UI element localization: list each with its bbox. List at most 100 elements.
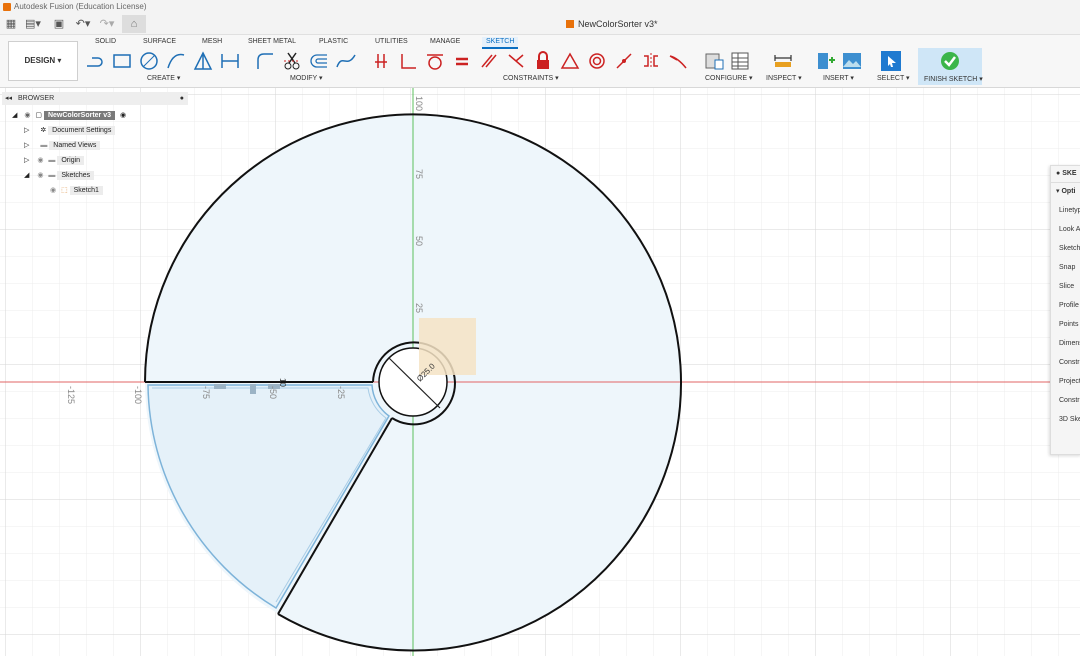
perpendicular-constraint-icon[interactable] [397, 50, 419, 72]
palette-row[interactable]: Constr [1059, 395, 1080, 407]
midpoint-constraint-icon[interactable] [505, 50, 527, 72]
rectangle-tool-icon[interactable] [111, 50, 133, 72]
line-tool-icon[interactable] [84, 50, 106, 72]
select-cursor-icon[interactable] [880, 50, 902, 72]
redo-icon[interactable]: ↷▾ [96, 16, 118, 32]
concentric-constraint-icon[interactable] [586, 50, 608, 72]
visibility-eye-icon[interactable]: ◉ [37, 172, 43, 179]
expand-arrow-icon[interactable]: ▷ [24, 127, 29, 134]
coincident-constraint-icon[interactable] [370, 50, 392, 72]
tab-solid[interactable]: SOLID [95, 37, 116, 47]
equal-constraint-icon[interactable] [451, 50, 473, 72]
measure-ruler-icon[interactable] [772, 50, 794, 72]
palette-row[interactable]: Linetyp [1059, 205, 1080, 217]
expand-arrow-icon[interactable]: ▷ [24, 157, 29, 164]
app-grid-icon[interactable]: ▦ [4, 16, 18, 32]
dimension-span-tool-icon[interactable] [219, 50, 241, 72]
visibility-eye-icon[interactable]: ◉ [50, 187, 56, 194]
expand-arrow-icon[interactable]: ◢ [24, 172, 29, 179]
create-menu[interactable]: CREATE ▾ [147, 74, 180, 82]
finish-sketch-button[interactable]: FINISH SKETCH ▾ [918, 48, 983, 85]
visibility-eye-icon[interactable]: ◉ [24, 112, 30, 119]
ruler-label-x: -125 [66, 386, 76, 404]
palette-row[interactable]: Dimens [1059, 338, 1080, 350]
tab-surface[interactable]: SURFACE [143, 37, 176, 47]
palette-row[interactable]: 3D Ske [1059, 414, 1080, 426]
palette-row[interactable]: Project [1059, 376, 1080, 388]
fillet-tool-icon[interactable] [254, 50, 276, 72]
activate-radio-icon[interactable]: ◉ [120, 112, 126, 119]
palette-row[interactable]: Snap [1059, 262, 1080, 274]
select-menu[interactable]: SELECT ▾ [877, 74, 910, 82]
configure-menu[interactable]: CONFIGURE ▾ [705, 74, 752, 82]
browser-pin-icon[interactable]: ● [180, 92, 184, 105]
browser-title: BROWSER [17, 95, 55, 102]
expand-arrow-icon[interactable]: ▷ [24, 142, 29, 149]
browser-item-label: Origin [57, 156, 85, 165]
browser-item-sketches[interactable]: ◢ ◉ ▬ Sketches [24, 170, 95, 182]
dimension-tag[interactable]: 10 [278, 378, 287, 387]
browser-item-sketch1[interactable]: ◉ ⬚ Sketch1 [50, 185, 103, 197]
symmetry-constraint-icon[interactable] [640, 50, 662, 72]
palette-row[interactable]: Sketch [1059, 243, 1080, 255]
palette-row[interactable]: Look A [1059, 224, 1080, 236]
curvature-constraint-icon[interactable] [667, 50, 689, 72]
browser-item-root[interactable]: ◢ ◉ ▢ NewColorSorter v3 ◉ [12, 110, 126, 122]
collapse-browser-icon[interactable]: ◂◂ [5, 95, 12, 102]
inspect-menu[interactable]: INSPECT ▾ [766, 74, 802, 82]
browser-item-named-views[interactable]: ▷ ▬ Named Views [24, 140, 101, 152]
fusion-logo-icon [3, 3, 11, 11]
workspace-label: DESIGN [24, 56, 56, 65]
spline-tool-icon[interactable] [335, 50, 357, 72]
sketch-canvas[interactable]: 100 75 50 25 -125 -100 -75 -50 -25 Ø25.0… [0, 88, 1080, 656]
tab-sheet-metal[interactable]: SHEET METAL [248, 37, 296, 47]
configure-label: CONFIGURE [705, 75, 747, 82]
insert-derive-icon[interactable] [815, 50, 837, 72]
document-tab[interactable]: NewColorSorter v3* [566, 14, 658, 34]
file-menu-icon[interactable]: ▤▾ [24, 16, 42, 32]
quick-access-toolbar: ▦ ▤▾ ▣ ↶▾ ↷▾ ⌂ [0, 14, 1080, 35]
save-icon[interactable]: ▣ [52, 16, 66, 32]
parallel-constraint-icon[interactable] [478, 50, 500, 72]
title-bar: Autodesk Fusion (Education License) [0, 0, 1080, 14]
expand-arrow-icon[interactable]: ◢ [12, 112, 17, 119]
circle-tool-icon[interactable] [138, 50, 160, 72]
ruler-label-y: 50 [414, 236, 424, 246]
arc-tool-icon[interactable] [165, 50, 187, 72]
tab-manage[interactable]: MANAGE [430, 37, 460, 47]
browser-item-origin[interactable]: ▷ ◉ ▬ Origin [24, 155, 85, 167]
visibility-eye-icon[interactable]: ◉ [37, 157, 43, 164]
palette-row[interactable]: Profile [1059, 300, 1080, 312]
constraints-menu[interactable]: CONSTRAINTS ▾ [503, 74, 559, 82]
palette-row[interactable]: Slice [1059, 281, 1080, 293]
finish-sketch-label: FINISH SKETCH ▾ [924, 76, 983, 83]
workspace-switcher-button[interactable]: DESIGN ▾ [8, 41, 78, 81]
document-name: NewColorSorter v3* [578, 19, 658, 29]
tangent-constraint-icon[interactable] [424, 50, 446, 72]
palette-row[interactable]: Constra [1059, 357, 1080, 369]
offset-tool-icon[interactable] [308, 50, 330, 72]
tab-sketch[interactable]: SKETCH [482, 37, 519, 49]
trim-scissors-icon[interactable] [281, 50, 303, 72]
home-icon[interactable]: ⌂ [122, 15, 146, 33]
palette-options-section[interactable]: ▾ Opti [1056, 186, 1078, 198]
fix-lock-icon[interactable] [532, 50, 554, 72]
palette-row[interactable]: Points [1059, 319, 1080, 331]
collinear-constraint-icon[interactable] [613, 50, 635, 72]
ruler-label-x: -50 [268, 386, 278, 399]
browser-item-document-settings[interactable]: ▷ ✲ Document Settings [24, 125, 116, 137]
change-parameters-icon[interactable] [729, 50, 751, 72]
modify-menu[interactable]: MODIFY ▾ [290, 74, 323, 82]
tab-utilities[interactable]: UTILITIES [375, 37, 408, 47]
insert-image-icon[interactable] [841, 50, 863, 72]
insert-menu[interactable]: INSERT ▾ [823, 74, 854, 82]
configure-table-icon[interactable] [703, 50, 725, 72]
undo-icon[interactable]: ↶▾ [72, 16, 94, 32]
symmetry-triangle-icon[interactable] [559, 50, 581, 72]
palette-title[interactable]: ● SKE [1056, 168, 1078, 180]
tab-plastic[interactable]: PLASTIC [319, 37, 348, 47]
tab-mesh[interactable]: MESH [202, 37, 222, 47]
browser-header[interactable]: ◂◂ BROWSER ● [2, 92, 188, 105]
browser-item-label: Sketches [57, 171, 95, 180]
polygon-tool-icon[interactable] [192, 50, 214, 72]
